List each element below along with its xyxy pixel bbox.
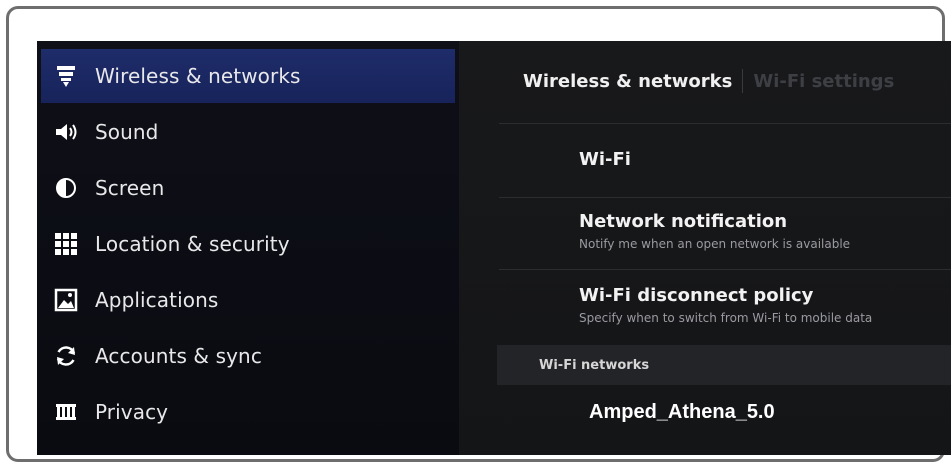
pref-title: Network notification	[579, 211, 788, 232]
sidebar-item-label: Location & security	[95, 232, 290, 256]
privacy-icon	[53, 399, 79, 425]
divider	[499, 269, 951, 270]
sidebar-item-privacy[interactable]: Privacy	[41, 385, 455, 439]
pref-wifi[interactable]: Wi-Fi	[579, 149, 631, 170]
sync-icon	[53, 343, 79, 369]
brightness-icon	[53, 175, 79, 201]
sidebar-item-applications[interactable]: Applications	[41, 273, 455, 327]
sidebar-item-sound[interactable]: Sound	[41, 105, 455, 159]
wifi-icon	[53, 63, 79, 89]
picture-icon	[53, 287, 79, 313]
pref-network-notification[interactable]: Network notification Notify me when an o…	[579, 211, 850, 251]
sidebar-item-label: Privacy	[95, 400, 169, 424]
divider	[499, 197, 951, 198]
sidebar-item-label: Screen	[95, 176, 165, 200]
settings-sidebar: Wireless & networks Sound Screen Locatio…	[37, 41, 459, 455]
grid-icon	[53, 231, 79, 257]
divider	[499, 123, 951, 124]
tablet-screen: Wireless & networks Sound Screen Locatio…	[37, 41, 951, 455]
settings-detail-pane: Wireless & networks Wi-Fi settings Wi-Fi…	[459, 41, 951, 455]
sidebar-item-wireless-networks[interactable]: Wireless & networks	[41, 49, 455, 103]
section-header-wifi-networks: Wi-Fi networks	[497, 345, 951, 385]
breadcrumb: Wireless & networks Wi-Fi settings	[523, 69, 894, 93]
pref-summary: Specify when to switch from Wi-Fi to mob…	[579, 311, 873, 325]
pref-summary: Notify me when an open network is availa…	[579, 237, 851, 251]
speaker-icon	[53, 119, 79, 145]
breadcrumb-subtitle[interactable]: Wi-Fi settings	[753, 71, 894, 92]
sidebar-item-label: Applications	[95, 288, 219, 312]
breadcrumb-divider	[742, 69, 744, 93]
sidebar-item-location-security[interactable]: Location & security	[41, 217, 455, 271]
sidebar-item-screen[interactable]: Screen	[41, 161, 455, 215]
screenshot-frame: Wireless & networks Sound Screen Locatio…	[6, 6, 951, 462]
breadcrumb-title: Wireless & networks	[523, 70, 733, 92]
pref-title: Wi-Fi	[579, 149, 631, 170]
sidebar-item-label: Accounts & sync	[95, 344, 262, 368]
sidebar-item-accounts-sync[interactable]: Accounts & sync	[41, 329, 455, 383]
pref-title: Wi-Fi disconnect policy	[579, 285, 814, 306]
sidebar-item-label: Wireless & networks	[95, 64, 301, 88]
sidebar-item-label: Sound	[95, 120, 159, 144]
wifi-network-item[interactable]: Amped_Athena_5.0	[589, 401, 775, 424]
pref-wifi-disconnect-policy[interactable]: Wi-Fi disconnect policy Specify when to …	[579, 285, 872, 325]
